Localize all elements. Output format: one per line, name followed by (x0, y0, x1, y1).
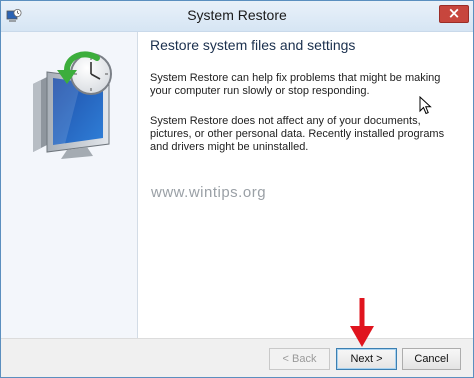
system-restore-window: System Restore × Restore system files an… (0, 0, 474, 378)
close-button[interactable]: × (439, 4, 469, 23)
description-paragraph-1: System Restore can help fix problems tha… (150, 72, 441, 97)
wizard-side-panel (1, 32, 137, 338)
panel-divider (137, 32, 138, 338)
red-arrow-icon (350, 298, 374, 347)
next-button[interactable]: Next > (336, 348, 397, 370)
window-title: System Restore (187, 7, 287, 23)
mouse-pointer-icon (419, 96, 432, 115)
description-paragraph-2: System Restore does not affect any of yo… (150, 115, 445, 153)
title-bar: System Restore × (1, 1, 473, 32)
close-icon: × (447, 4, 461, 22)
watermark-text: www.wintips.org (151, 184, 267, 201)
back-button[interactable]: < Back (269, 348, 330, 370)
system-restore-icon (33, 51, 112, 159)
cancel-button[interactable]: Cancel (402, 348, 461, 370)
page-heading: Restore system files and settings (150, 37, 356, 53)
